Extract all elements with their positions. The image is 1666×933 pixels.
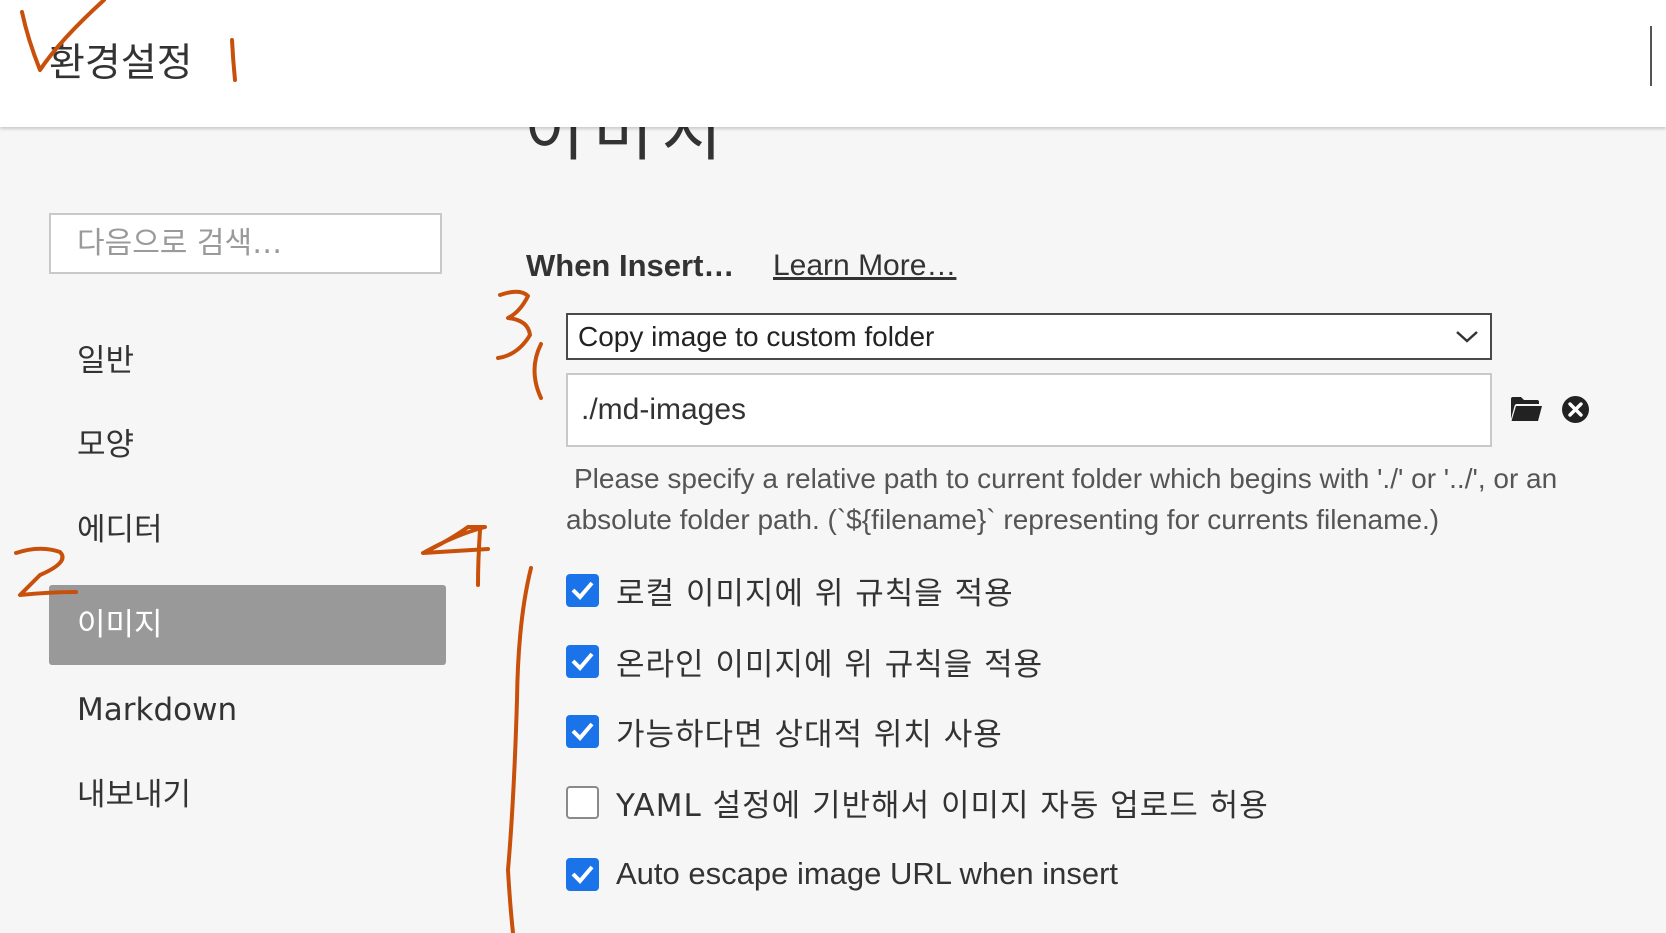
chevron-down-icon: [1456, 331, 1478, 343]
option-yaml-upload[interactable]: YAML 설정에 기반해서 이미지 자동 업로드 허용: [566, 782, 1269, 824]
checkmark-icon: [571, 652, 594, 671]
checkmark-icon: [571, 865, 594, 884]
folder-icon[interactable]: [1510, 395, 1543, 423]
when-insert-label: When Insert…: [526, 248, 735, 283]
folder-help-text: Please specify a relative path to curren…: [566, 463, 1558, 535]
option-label: 가능하다면 상대적 위치 사용: [616, 716, 1003, 753]
option-label: 로컬 이미지에 위 규칙을 적용: [616, 575, 1014, 612]
insert-action-value: Copy image to custom folder: [578, 321, 935, 352]
window-title: 환경설정: [49, 41, 193, 86]
sidebar-item-export[interactable]: 내보내기: [49, 755, 446, 835]
annotation-vertical-line: [506, 566, 533, 933]
learn-more-link[interactable]: Learn More…: [773, 249, 956, 283]
checkbox[interactable]: [566, 644, 599, 678]
title-bar: 환경설정: [0, 0, 1666, 127]
option-relative-path[interactable]: 가능하다면 상대적 위치 사용: [566, 711, 1003, 753]
sidebar-item-general[interactable]: 일반: [49, 321, 446, 401]
checkmark-icon: [571, 581, 594, 600]
option-apply-online[interactable]: 온라인 이미지에 위 규칙을 적용: [566, 641, 1044, 683]
sidebar-item-markdown[interactable]: Markdown: [49, 670, 446, 750]
sidebar-item-editor[interactable]: 에디터: [49, 490, 446, 570]
checkbox[interactable]: [566, 785, 599, 819]
option-apply-local[interactable]: 로컬 이미지에 위 규칙을 적용: [566, 570, 1014, 612]
window-edge: [1650, 26, 1652, 86]
search-input[interactable]: [49, 213, 442, 274]
annotation-bracket: [532, 342, 543, 400]
image-folder-field[interactable]: ./md-images: [566, 373, 1492, 447]
checkbox[interactable]: [566, 857, 599, 891]
annotation-digit-3: [496, 289, 532, 360]
option-label: Auto escape image URL when insert: [616, 856, 1119, 891]
insert-action-select[interactable]: Copy image to custom folder: [566, 313, 1492, 360]
checkbox[interactable]: [566, 714, 599, 748]
clear-icon[interactable]: [1561, 395, 1590, 424]
option-label: 온라인 이미지에 위 규칙을 적용: [616, 646, 1044, 683]
option-label: YAML 설정에 기반해서 이미지 자동 업로드 허용: [616, 787, 1269, 824]
checkmark-icon: [571, 722, 594, 741]
option-auto-escape[interactable]: Auto escape image URL when insert: [566, 854, 1118, 894]
annotation-digit-4-stem: [476, 528, 482, 587]
sidebar-item-appearance[interactable]: 모양: [49, 405, 446, 485]
checkbox[interactable]: [566, 573, 599, 607]
sidebar-item-image[interactable]: 이미지: [49, 585, 446, 665]
